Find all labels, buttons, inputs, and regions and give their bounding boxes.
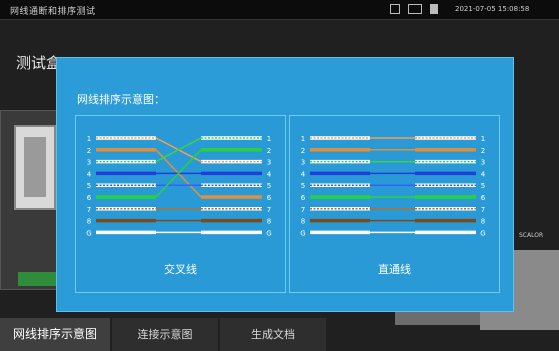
crossover-label: 交叉线 — [164, 263, 197, 276]
crossover-pin-left: 5 — [87, 182, 91, 190]
straight-pin-right: 8 — [481, 218, 485, 226]
tab-connection-diagram[interactable]: 连接示意图 — [112, 318, 218, 351]
straight-pin-right: 4 — [481, 170, 486, 178]
crossover-pin-left: 8 — [87, 218, 91, 226]
rj45-socket-image — [14, 125, 56, 210]
straight-pin-left: 7 — [301, 206, 305, 214]
straight-pin-right: 5 — [481, 182, 485, 190]
straight-pin-left: 5 — [301, 182, 305, 190]
crossover-pin-right: 2 — [267, 147, 271, 155]
crossover-panel: 1 2 3 4 5 6 7 8 G 1 2 3 4 5 6 7 8 G 交叉线 — [75, 115, 286, 293]
crossover-pin-right: 6 — [267, 194, 272, 202]
straight-pin-right: 3 — [481, 159, 485, 167]
straight-pin-right: G — [480, 229, 485, 237]
battery-icon — [430, 4, 438, 14]
straight-pin-right: 1 — [481, 135, 485, 143]
straight-pin-left: 8 — [301, 218, 305, 226]
crossover-pin-left: 1 — [87, 135, 91, 143]
tab-generate-document[interactable]: 生成文档 — [220, 318, 326, 351]
straight-pin-right: 7 — [481, 206, 485, 214]
side-label: SCALOR — [519, 232, 544, 239]
dialog-title: 网线排序示意图： — [77, 93, 165, 106]
crossover-pin-left: G — [86, 229, 91, 237]
window-title: 网线通断和排序测试 — [10, 7, 96, 17]
straight-pin-left: 2 — [301, 147, 305, 155]
crossover-diagram: 1 2 3 4 5 6 7 8 G 1 2 3 4 5 6 7 8 G — [86, 135, 272, 237]
crossover-pin-right: 3 — [267, 159, 271, 167]
wire-order-dialog: 网线排序示意图： 1 2 3 4 5 6 7 8 G 1 2 3 4 5 6 7 8 G 交叉线 1 2 3 4 5 6 7 8… — [56, 57, 514, 312]
network-icon — [408, 4, 422, 14]
rj45-socket-port — [24, 137, 46, 197]
status-bar: 网线通断和排序测试 2021-07-05 15:08:58 — [0, 0, 559, 20]
straight-pin-left: 6 — [301, 194, 306, 202]
screen: 网线通断和排序测试 2021-07-05 15:08:58 测试盒 SCALOR… — [0, 0, 559, 351]
crossover-pin-right: 5 — [267, 182, 271, 190]
crossover-pin-right: 4 — [267, 170, 272, 178]
status-datetime: 2021-07-05 15:08:58 — [455, 5, 530, 13]
crossover-pin-left: 4 — [87, 170, 92, 178]
crossover-pin-left: 6 — [87, 194, 92, 202]
crossover-pin-left: 3 — [87, 159, 91, 167]
crossover-pin-right: 7 — [267, 206, 271, 214]
crossover-pin-right: 8 — [267, 218, 271, 226]
straight-pin-right: 2 — [481, 147, 485, 155]
tab-wire-order[interactable]: 网线排序示意图 — [0, 318, 110, 351]
crossover-pin-left: 7 — [87, 206, 91, 214]
straight-label: 直通线 — [378, 263, 411, 276]
crossover-pin-left: 2 — [87, 147, 91, 155]
straight-pin-left: 4 — [301, 170, 306, 178]
bottom-tabs: 网线排序示意图 连接示意图 生成文档 — [0, 318, 559, 351]
straight-pin-right: 6 — [481, 194, 486, 202]
straight-pin-left: G — [300, 229, 305, 237]
straight-pin-left: 3 — [301, 159, 305, 167]
straight-pin-left: 1 — [301, 135, 305, 143]
status-icons — [390, 4, 450, 16]
crossover-pin-right: G — [266, 229, 271, 237]
crossover-pin-right: 1 — [267, 135, 271, 143]
page-title: 测试盒 — [16, 54, 62, 72]
straight-panel: 1 2 3 4 5 6 7 8 G 1 2 3 4 5 6 7 8 G 直通线 — [289, 115, 500, 293]
screen-icon — [390, 4, 400, 14]
straight-diagram: 1 2 3 4 5 6 7 8 G 1 2 3 4 5 6 7 8 G — [300, 135, 486, 237]
